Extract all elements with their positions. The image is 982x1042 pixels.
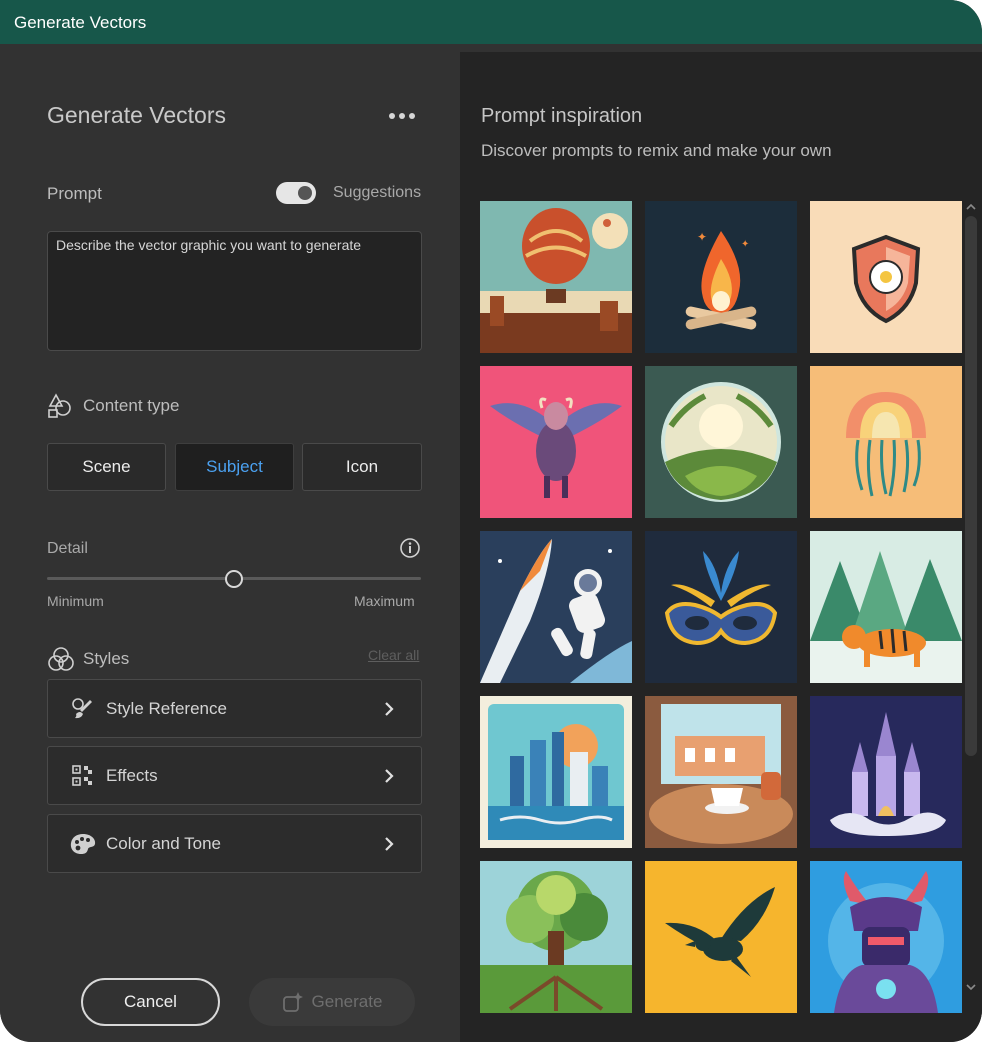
prompt-inspiration-panel: Prompt inspiration Discover prompts to r… bbox=[460, 52, 982, 1042]
campfire-icon: ✦ ✦ bbox=[645, 201, 797, 353]
suggestions-label: Suggestions bbox=[333, 184, 422, 201]
more-dot-icon bbox=[399, 113, 405, 119]
generate-vectors-window: Generate Vectors Generate Vectors Prompt… bbox=[0, 0, 982, 1042]
tile-tree-roots[interactable] bbox=[480, 861, 632, 1013]
jellyfish-icon bbox=[810, 366, 962, 518]
effects-icon bbox=[66, 764, 100, 788]
suggestions-toggle[interactable] bbox=[276, 182, 316, 204]
info-icon[interactable] bbox=[399, 537, 421, 559]
shapes-icon bbox=[48, 393, 71, 418]
prompt-input[interactable] bbox=[47, 231, 422, 351]
bird-icon bbox=[645, 861, 797, 1013]
style-reference-label: Style Reference bbox=[106, 698, 227, 718]
cancel-button[interactable]: Cancel bbox=[81, 978, 220, 1026]
winged-bull-icon bbox=[480, 366, 632, 518]
tile-city-skyline[interactable] bbox=[480, 696, 632, 848]
tile-cafe-table[interactable] bbox=[645, 696, 797, 848]
tile-tiger-forest[interactable] bbox=[810, 531, 962, 683]
tile-samurai-robot[interactable] bbox=[810, 861, 962, 1013]
tile-campfire[interactable]: ✦ ✦ bbox=[645, 201, 797, 353]
generate-label: Generate bbox=[311, 992, 383, 1011]
palette-icon bbox=[66, 832, 100, 856]
window-title: Generate Vectors bbox=[14, 13, 147, 32]
prompt-label: Prompt bbox=[47, 184, 102, 203]
mask-icon bbox=[645, 531, 797, 683]
effects-row[interactable]: Effects bbox=[47, 746, 422, 805]
tile-bird-silhouette[interactable] bbox=[645, 861, 797, 1013]
window-titlebar: Generate Vectors bbox=[0, 0, 982, 44]
detail-label: Detail bbox=[47, 540, 88, 557]
inspiration-title: Prompt inspiration bbox=[481, 105, 643, 127]
svg-text:✦: ✦ bbox=[697, 230, 707, 244]
more-dot-icon bbox=[389, 113, 395, 119]
styles-label: Styles bbox=[83, 649, 130, 668]
tile-terrarium-globe[interactable] bbox=[645, 366, 797, 518]
tile-fantasy-castle[interactable] bbox=[810, 696, 962, 848]
content-type-icon-button[interactable]: Icon bbox=[302, 443, 422, 491]
scroll-up-arrow-icon[interactable] bbox=[965, 202, 977, 212]
detail-min-label: Minimum bbox=[47, 593, 104, 609]
tile-astronaut-rocket[interactable] bbox=[480, 531, 632, 683]
settings-panel: Generate Vectors Prompt Suggestions Cont… bbox=[0, 44, 460, 1042]
inspiration-subtitle: Discover prompts to remix and make your … bbox=[481, 141, 832, 160]
chevron-right-icon bbox=[385, 768, 394, 783]
generate-button[interactable]: Generate bbox=[249, 978, 415, 1026]
clear-all-link[interactable]: Clear all bbox=[368, 647, 419, 663]
content-type-subject-button[interactable]: Subject bbox=[175, 443, 294, 491]
detail-slider-handle[interactable] bbox=[225, 570, 243, 588]
styles-header: Styles bbox=[47, 646, 129, 672]
tile-hot-air-balloon[interactable] bbox=[480, 201, 632, 353]
content-type-header: Content type bbox=[47, 393, 179, 419]
tile-jellyfish[interactable] bbox=[810, 366, 962, 518]
castle-icon bbox=[810, 696, 962, 848]
globe-icon bbox=[645, 366, 797, 518]
coffee-icon bbox=[645, 696, 797, 848]
chevron-right-icon bbox=[385, 836, 394, 851]
svg-text:✦: ✦ bbox=[741, 239, 749, 250]
more-dot-icon bbox=[409, 113, 415, 119]
generate-sparkle-icon bbox=[282, 992, 303, 1012]
shield-flower-icon bbox=[810, 201, 962, 353]
more-options-button[interactable] bbox=[386, 106, 418, 126]
content-type-scene-button[interactable]: Scene bbox=[47, 443, 166, 491]
city-icon bbox=[480, 696, 632, 848]
panel-title: Generate Vectors bbox=[47, 102, 226, 128]
chevron-right-icon bbox=[385, 701, 394, 716]
color-and-tone-label: Color and Tone bbox=[106, 833, 221, 853]
samurai-icon bbox=[810, 861, 962, 1013]
tiger-icon bbox=[810, 531, 962, 683]
tree-icon bbox=[480, 861, 632, 1013]
style-reference-icon bbox=[66, 696, 100, 722]
tile-shield-flower[interactable] bbox=[810, 201, 962, 353]
tile-carnival-mask[interactable] bbox=[645, 531, 797, 683]
inspiration-scrollbar[interactable] bbox=[965, 216, 977, 756]
tile-winged-bull[interactable] bbox=[480, 366, 632, 518]
astronaut-icon bbox=[480, 531, 632, 683]
scroll-down-arrow-icon[interactable] bbox=[965, 982, 977, 992]
effects-label: Effects bbox=[106, 765, 158, 785]
detail-max-label: Maximum bbox=[354, 593, 415, 609]
content-type-label: Content type bbox=[83, 396, 180, 415]
hot-air-balloon-icon bbox=[480, 201, 632, 353]
styles-circles-icon bbox=[48, 647, 74, 671]
style-reference-row[interactable]: Style Reference bbox=[47, 679, 422, 738]
color-and-tone-row[interactable]: Color and Tone bbox=[47, 814, 422, 873]
